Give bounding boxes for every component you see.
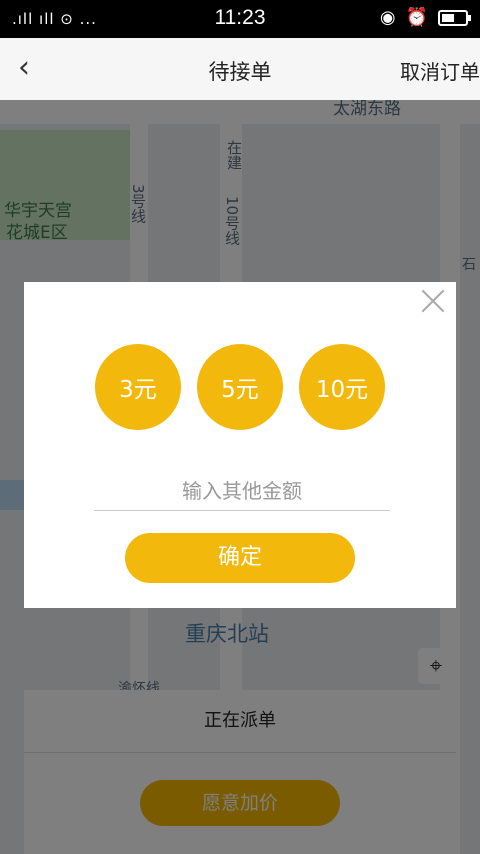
- cancel-order-button[interactable]: 取消订单: [400, 56, 480, 85]
- add-fee-dialog: 3元 5元 10元 确定: [24, 282, 456, 608]
- alarm-icon: ⏰: [405, 7, 428, 28]
- status-bar: .ıll ıll ⊙ ... 11:23 ◉ ⏰: [0, 0, 480, 38]
- confirm-button[interactable]: 确定: [125, 533, 355, 583]
- location-icon: ◉: [379, 7, 396, 28]
- amount-option-10[interactable]: 10元: [299, 344, 385, 430]
- amount-option-3[interactable]: 3元: [95, 344, 181, 430]
- amount-options: 3元 5元 10元: [24, 344, 456, 430]
- nav-bar: ‹ 待接单 取消订单: [0, 38, 480, 101]
- status-icons: ◉ ⏰: [379, 7, 471, 28]
- battery-icon: [438, 10, 471, 26]
- custom-amount-input[interactable]: [94, 472, 390, 511]
- close-icon[interactable]: [420, 288, 446, 314]
- amount-option-5[interactable]: 5元: [197, 344, 283, 430]
